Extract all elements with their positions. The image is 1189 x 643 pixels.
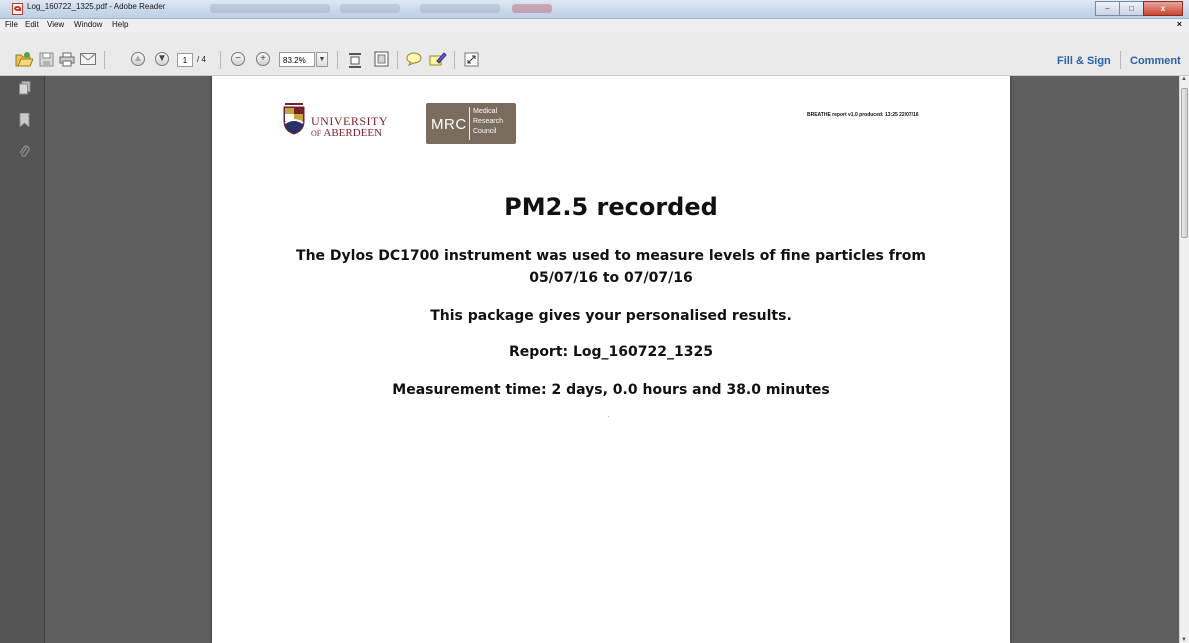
package-text: This package gives your personalised res… [430, 308, 792, 324]
mrc-divider [469, 107, 470, 140]
scroll-up-icon[interactable]: ▲ [1181, 76, 1187, 82]
intro-line-1: The Dylos DC1700 instrument was used to … [296, 248, 926, 264]
envelope-icon [80, 53, 96, 65]
university-crest-icon [283, 103, 305, 135]
mrc-council: Council [473, 128, 497, 135]
menu-window[interactable]: Window [74, 20, 102, 29]
expand-icon [464, 52, 478, 66]
toolbar-separator [337, 51, 338, 69]
report-produced-stamp: BREATHE report v1.0 produced: 13:25 22/0… [807, 112, 919, 118]
pdf-page: UNIVERSITY OF ABERDEEN MRC Medical Resea… [212, 76, 1010, 643]
page-total: / 4 [197, 55, 206, 64]
menu-edit[interactable]: Edit [25, 20, 39, 29]
mrc-logo: MRC Medical Research Council [426, 103, 516, 144]
window-title: Log_160722_1325.pdf - Adobe Reader [27, 2, 166, 11]
background-window-ghost [420, 4, 500, 13]
title-bar: Log_160722_1325.pdf - Adobe Reader – □ x [0, 0, 1189, 19]
fit-page-icon [374, 51, 388, 67]
menu-view[interactable]: View [47, 20, 64, 29]
scrollbar-thumb[interactable] [1181, 88, 1188, 238]
open-file-button[interactable] [14, 49, 34, 69]
university-name-of: OF [311, 129, 322, 138]
university-name-line2: OF ABERDEEN [311, 127, 382, 139]
university-of-aberdeen-logo: UNIVERSITY OF ABERDEEN [282, 103, 392, 147]
page-speck [608, 416, 609, 417]
full-screen-button[interactable] [462, 50, 480, 68]
close-button[interactable]: x [1143, 1, 1183, 16]
mrc-research: Research [473, 118, 503, 125]
adobe-reader-icon [12, 3, 23, 15]
document-viewport[interactable]: UNIVERSITY OF ABERDEEN MRC Medical Resea… [45, 76, 1180, 643]
document-title: PM2.5 recorded [504, 193, 718, 221]
measurement-time: Measurement time: 2 days, 0.0 hours and … [392, 382, 830, 398]
speech-bubble-icon [406, 52, 422, 66]
fill-sign-button[interactable]: Fill & Sign [1057, 55, 1111, 67]
folder-open-icon [15, 51, 33, 66]
toolbar-separator [454, 51, 455, 69]
fit-page-button[interactable] [372, 50, 390, 68]
toolbar-separator [220, 51, 221, 69]
scrolling-mode-button[interactable] [346, 51, 364, 69]
arrow-up-icon: ▲ [131, 52, 145, 66]
next-page-button[interactable]: ▼ [155, 52, 169, 66]
menu-file[interactable]: File [5, 20, 18, 29]
mrc-medical: Medical [473, 108, 498, 115]
page-number-input[interactable]: 1 [177, 53, 193, 67]
add-note-button[interactable] [405, 50, 423, 68]
menu-bar: File Edit View Window Help × [0, 19, 1189, 32]
background-window-ghost [210, 4, 330, 13]
maximize-button[interactable]: □ [1119, 1, 1144, 16]
bookmark-icon[interactable] [19, 113, 31, 127]
email-button[interactable] [79, 50, 97, 68]
navigation-pane [0, 76, 45, 643]
comment-button[interactable]: Comment [1130, 55, 1181, 67]
highlighter-icon [429, 52, 447, 66]
mrc-abbreviation: MRC [431, 116, 467, 133]
zoom-level-input[interactable]: 83.2% [279, 52, 315, 67]
paperclip-icon[interactable] [19, 145, 31, 159]
background-window-ghost [340, 4, 400, 13]
scroll-down-icon[interactable]: ▼ [1181, 637, 1187, 643]
minus-icon: − [231, 52, 245, 66]
university-name-aberdeen: ABERDEEN [323, 127, 383, 139]
print-button[interactable] [58, 50, 76, 68]
toolbar-separator [1120, 51, 1121, 69]
intro-line-2: 05/07/16 to 07/07/16 [529, 270, 693, 286]
chevron-down-icon: ▼ [318, 56, 326, 63]
printer-icon [59, 52, 75, 66]
page-thumbnails-icon[interactable] [19, 81, 31, 95]
fit-width-icon [349, 52, 361, 68]
toolbar-separator [397, 51, 398, 69]
report-id: Report: Log_160722_1325 [509, 344, 713, 360]
plus-icon: + [256, 52, 270, 66]
zoom-dropdown-button[interactable]: ▼ [316, 52, 328, 67]
menu-help[interactable]: Help [112, 20, 128, 29]
previous-page-button[interactable]: ▲ [131, 52, 145, 66]
toolbar-separator [104, 51, 105, 69]
highlight-text-button[interactable] [428, 50, 448, 68]
document-close-button[interactable]: × [1177, 19, 1182, 29]
vertical-scrollbar[interactable]: ▲ ▼ [1179, 76, 1189, 643]
minimize-button[interactable]: – [1095, 1, 1120, 16]
zoom-in-button[interactable]: + [256, 52, 270, 66]
save-button[interactable] [37, 50, 55, 68]
background-window-ghost [512, 4, 552, 13]
arrow-down-icon: ▼ [155, 52, 169, 66]
save-icon [39, 52, 53, 66]
zoom-out-button[interactable]: − [231, 52, 245, 66]
